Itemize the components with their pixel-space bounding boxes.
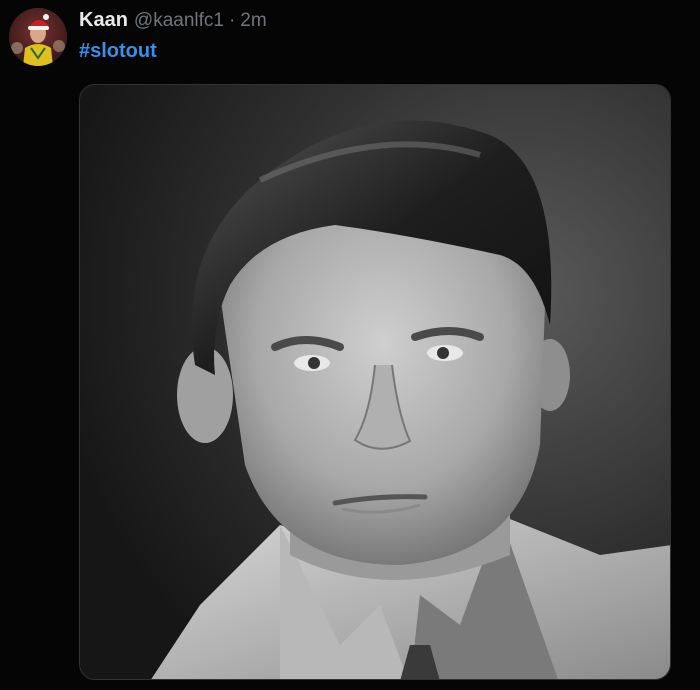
separator-dot: · (228, 10, 236, 31)
user-handle[interactable]: @kaanlfc1 (134, 10, 224, 32)
portrait-photo (80, 85, 670, 679)
user-avatar[interactable] (9, 8, 67, 66)
tweet-media-image[interactable] (79, 84, 671, 680)
avatar-image (9, 8, 67, 66)
tweet-header: Kaan @kaanlfc1 · 2m (79, 9, 267, 37)
tweet-text: #slotout (79, 40, 157, 63)
tweet-card[interactable]: Kaan @kaanlfc1 · 2m #slotout (0, 0, 700, 690)
display-name[interactable]: Kaan (79, 9, 128, 32)
hashtag-link[interactable]: #slotout (79, 40, 157, 62)
tweet-timestamp[interactable]: 2m (240, 10, 266, 32)
